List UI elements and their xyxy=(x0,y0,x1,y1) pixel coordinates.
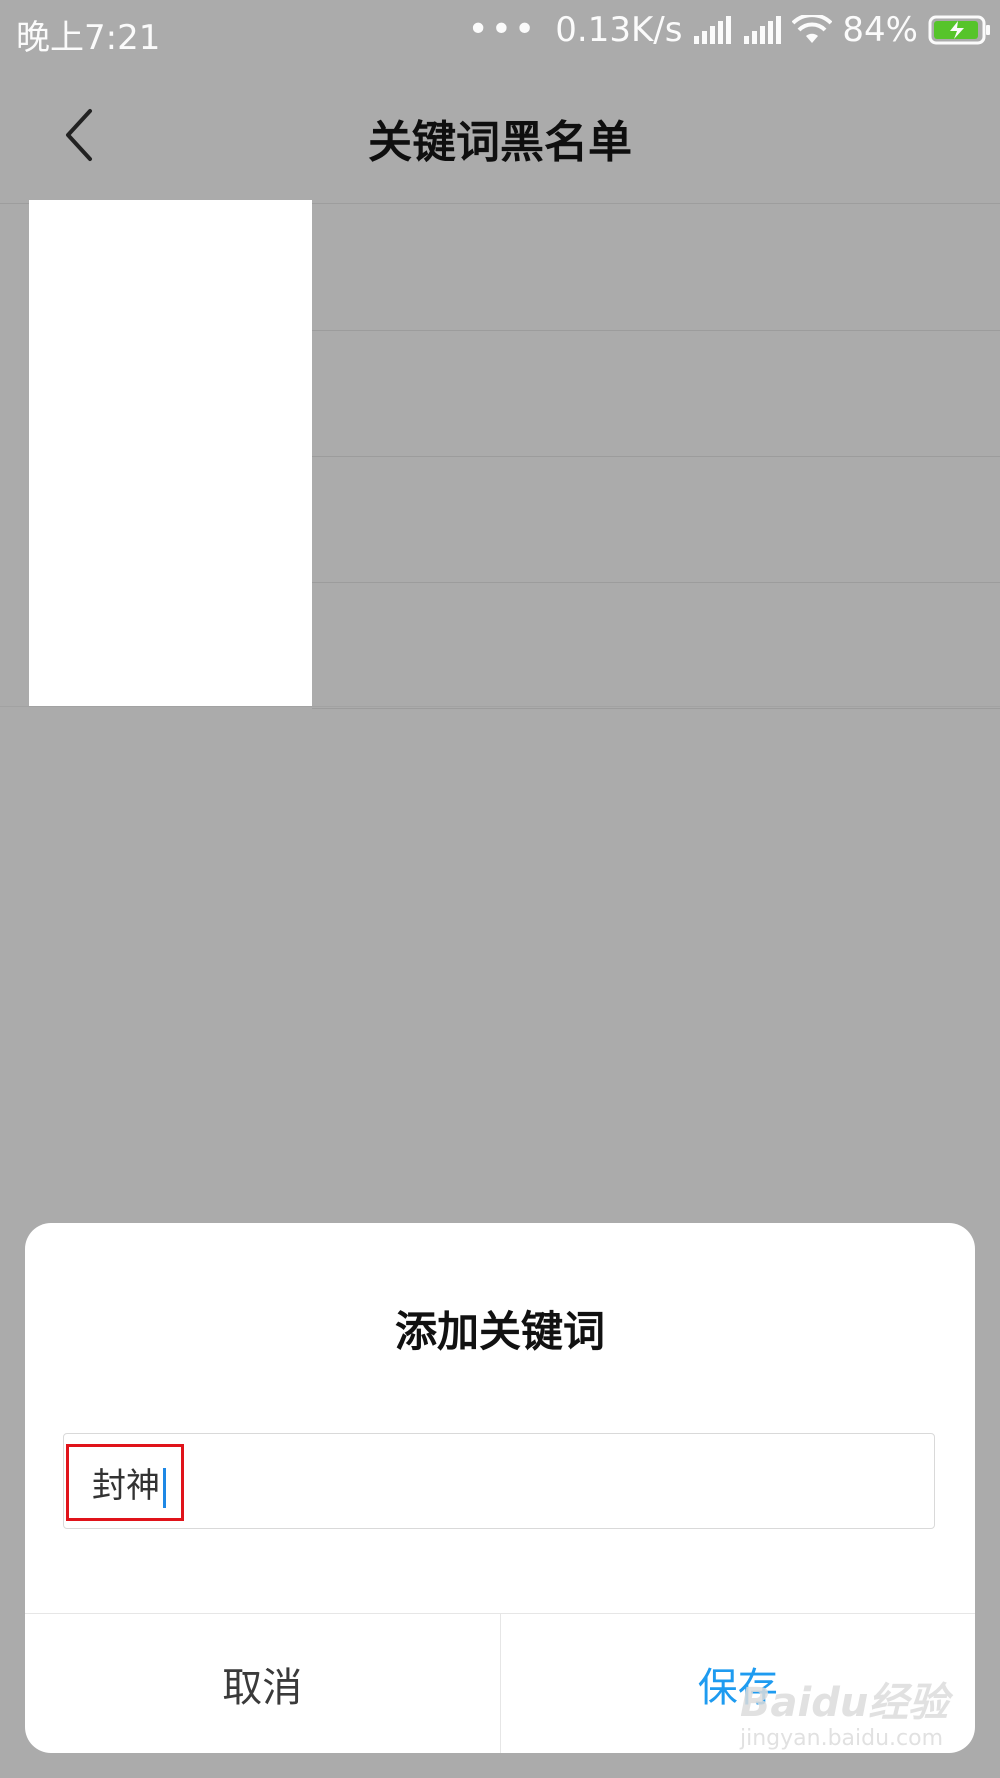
dialog-title: 添加关键词 xyxy=(394,1307,605,1356)
list-item xyxy=(312,456,1000,583)
baidu-watermark: Baidu经验 jingyan.baidu.com xyxy=(740,1670,960,1751)
wifi-icon xyxy=(792,15,833,43)
list-item xyxy=(312,204,1000,331)
divider xyxy=(0,706,1000,707)
watermark-url: jingyan.baidu.com xyxy=(740,1726,944,1751)
list-item xyxy=(312,330,1000,457)
redacted-block xyxy=(29,200,312,706)
battery-percent: 84% xyxy=(842,10,918,50)
signal-icon-2 xyxy=(744,16,782,44)
battery-charging-icon xyxy=(928,15,990,45)
annotation-highlight-box xyxy=(66,1444,184,1521)
app-header: 关键词黑名单 xyxy=(0,62,1000,204)
watermark-logo-text: Baidu经验 xyxy=(740,1680,949,1726)
cancel-button[interactable]: 取消 xyxy=(25,1614,501,1753)
more-notifications-icon: ••• xyxy=(467,9,538,50)
keyword-input[interactable]: 封神 xyxy=(63,1433,935,1529)
status-bar: 晚上7:21 ••• 0.13K/s 84% xyxy=(0,0,1000,62)
network-speed: 0.13K/s xyxy=(555,10,683,50)
list-item xyxy=(312,582,1000,709)
signal-icon xyxy=(694,16,732,44)
status-right: ••• 0.13K/s 84% xyxy=(468,10,992,50)
page-title: 关键词黑名单 xyxy=(368,117,632,168)
status-time: 晚上7:21 xyxy=(16,18,161,58)
